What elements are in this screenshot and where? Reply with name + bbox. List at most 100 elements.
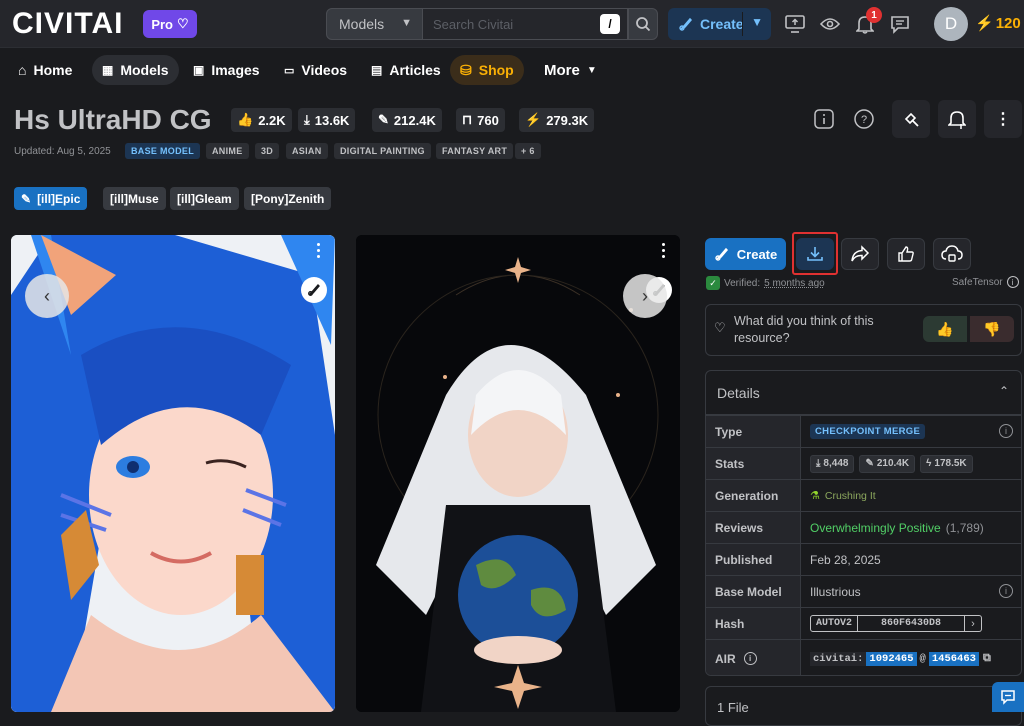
version-label: [Pony]Zenith [251,191,325,206]
details-header[interactable]: Details ⌃ [706,371,1021,415]
tag[interactable]: FANTASY ART [436,143,514,159]
info-icon[interactable]: i [999,424,1013,438]
copy-icon[interactable]: ⧉ [983,653,991,665]
avatar[interactable]: D [934,7,968,41]
detail-key: Stats [706,448,801,479]
notify-button[interactable] [938,100,976,138]
eye-settings-icon[interactable] [818,12,842,36]
info-icon[interactable]: i [1006,276,1019,288]
tag[interactable]: DIGITAL PAINTING [334,143,431,159]
nav-label: Articles [389,62,441,78]
pro-badge[interactable]: Pro ♡ [143,10,197,38]
nav-home[interactable]: ⌂ Home [8,55,82,85]
article-icon: ▤ [371,63,383,77]
stats-buzz: 178.5K [934,458,967,469]
nav-shop[interactable]: ⛁ Shop [450,55,524,85]
detail-row-hash: Hash AUTOV2 860F6430D8 › [706,607,1021,639]
search-icon [636,17,651,32]
feedback-question: What did you think of this resource? [734,314,874,345]
buzz-count: 279.3K [546,112,589,128]
detail-row-generation: Generation ⚗ Crushing It [706,479,1021,511]
chevron-down-icon: ▼ [401,17,412,29]
verified-status: ✓ Verified: 5 months ago [706,276,825,290]
heart-icon: ♡ [714,320,726,335]
search-button[interactable] [628,8,658,40]
grid-icon: ▦ [102,63,114,77]
search-category-select[interactable]: Models ▼ [326,8,423,40]
thumbs-up-icon: 👍 [237,112,254,127]
detail-key: Hash [706,608,801,639]
share-button[interactable] [841,238,879,270]
bookmark-icon: ⊓ [462,112,473,127]
detail-key: Reviews [706,512,801,543]
download-icon [807,247,823,261]
like-button[interactable] [887,238,925,270]
version-tab-ill-epic[interactable]: ✎ [ill]Epic [14,187,88,210]
image-menu-button[interactable] [313,243,323,258]
feedback-card: ♡ What did you think of this resource? 👍… [705,304,1022,356]
question-icon: ? [854,109,874,129]
hash-value[interactable]: 860F6430D8 [858,615,966,632]
main-nav: ⌂ Home ▦ Models ▣ Images ▭ Videos ▤ Articles … [0,48,1024,90]
chat-icon[interactable] [888,12,912,36]
brush-icon: ✎ [378,112,389,127]
air-model-id[interactable]: 1092465 [866,651,917,666]
tag[interactable]: ANIME [206,143,249,159]
create-button[interactable]: Create [705,238,786,270]
create-menu-button[interactable]: Create ▼ [668,8,771,40]
info-icon[interactable]: i [999,584,1013,598]
share-icon [851,245,870,262]
support-chat-button[interactable] [992,682,1024,712]
remix-button[interactable] [301,277,327,303]
thumbs-up-feedback-button[interactable]: 👍 [923,316,967,342]
reviews-value[interactable]: Overwhelmingly Positive [810,521,941,535]
chevron-right-icon[interactable]: › [965,615,983,632]
tag[interactable]: 3D [255,143,280,159]
info-icon[interactable]: i [743,652,757,665]
thumbs-down-feedback-button[interactable]: 👎 [970,316,1014,342]
nav-more[interactable]: More ▼ [534,55,607,85]
stats-generations: 210.4K [876,458,910,469]
image-menu-button[interactable] [658,243,668,258]
nav-articles[interactable]: ▤ Articles [361,55,451,85]
detail-row-reviews: Reviews Overwhelmingly Positive (1,789) [706,511,1021,543]
info-button[interactable] [805,100,843,138]
brush-icon [679,17,693,31]
version-tab-ill-gleam[interactable]: [ill]Gleam [170,187,239,210]
stats-buzz-pill: ϟ 178.5K [920,454,973,473]
stats-downloads-pill: ⤓ 8,448 [810,454,855,473]
more-tags-button[interactable]: + 6 [515,143,541,159]
air-version-id[interactable]: 1456463 [928,651,979,666]
flask-icon: ⚗ [810,490,820,502]
download-button[interactable] [796,238,834,270]
monitor-upload-icon[interactable] [783,12,807,36]
more-options-button[interactable]: ⋮ [984,100,1022,138]
hash-type[interactable]: AUTOV2 [810,615,859,632]
nav-models[interactable]: ▦ Models [92,55,179,85]
help-button[interactable]: ? [845,100,883,138]
carousel-next-button[interactable]: › [623,274,667,318]
version-tab-ill-muse[interactable]: [ill]Muse [103,187,166,210]
buzz-count: 120 [995,14,1021,32]
tag[interactable]: ASIAN [286,143,328,159]
lightning-icon: ⚡ [975,15,994,32]
carousel-prev-button[interactable]: ‹ [25,274,69,318]
detail-key: Base Model [706,576,801,607]
search-input[interactable]: Search Civitai [423,8,628,40]
base-model-value: Illustrious [810,584,861,599]
chevron-left-icon: ‹ [44,285,50,306]
add-to-vault-button[interactable] [933,238,971,270]
nav-label: Videos [301,62,348,78]
buzz-balance[interactable]: ⚡ 120 [975,14,1021,33]
nav-videos[interactable]: ▭ Videos [274,55,357,85]
civitai-logo[interactable]: CIVITAI [12,9,123,39]
files-section[interactable]: 1 File [705,686,1022,726]
version-tab-pony-zenith[interactable]: [Pony]Zenith [244,187,332,210]
type-badge: CHECKPOINT MERGE [810,424,926,439]
stats-generations-pill: ✎ 210.4K [859,454,916,473]
nav-images[interactable]: ▣ Images [183,55,270,85]
air-prefix: civitai: [810,651,867,666]
moderation-button[interactable] [892,100,930,138]
chevron-down-icon[interactable]: ▼ [751,15,763,29]
shield-check-icon: ✓ [706,276,720,290]
